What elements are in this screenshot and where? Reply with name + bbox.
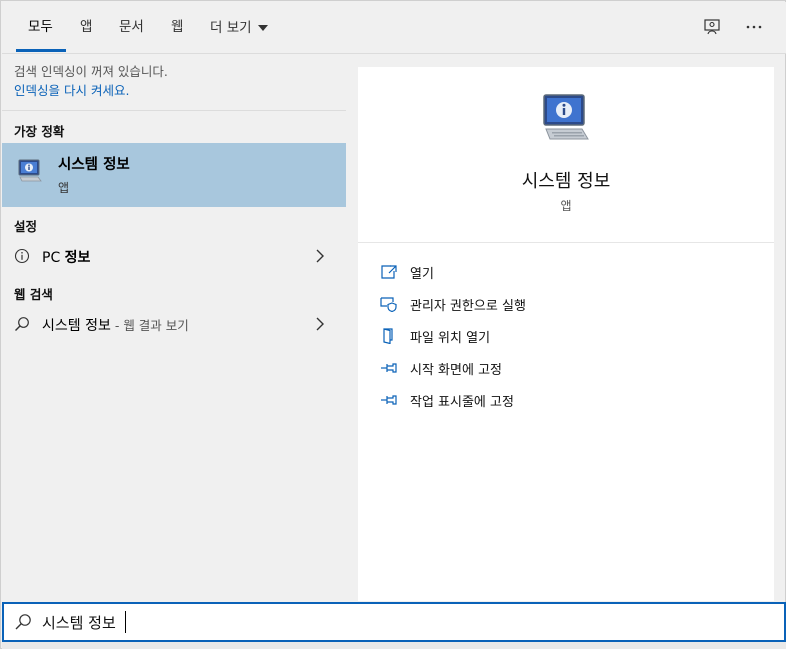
tab-bar: 모두 앱 문서 웹 더 보기: [2, 2, 786, 54]
app-details-type: 앱: [560, 199, 572, 213]
pc-info-bold: 정보: [64, 250, 91, 266]
web-search-label: 시스템 정보 - 웹 결과 보기: [42, 315, 189, 335]
active-tab-indicator: [16, 49, 66, 52]
indexing-notice: 검색 인덱싱이 꺼져 있습니다. 인덱싱을 다시 켜세요.: [2, 55, 346, 111]
best-match-item[interactable]: 시스템 정보 앱: [2, 143, 346, 207]
app-details-header: 시스템 정보 앱: [358, 67, 774, 243]
web-search-query: 시스템 정보: [42, 318, 111, 334]
web-search-suffix: - 웹 결과 보기: [110, 318, 189, 333]
enable-indexing-link[interactable]: 인덱싱을 다시 켜세요.: [14, 81, 334, 101]
tab-apps[interactable]: 앱: [80, 2, 92, 53]
web-search-item[interactable]: 시스템 정보 - 웹 결과 보기: [2, 309, 346, 339]
pin-icon: [381, 363, 397, 373]
action-open[interactable]: 열기: [378, 260, 758, 284]
search-icon: [15, 317, 29, 331]
search-window: 모두 앱 문서 웹 더 보기 검색 인덱싱이 꺼져 있습니다. 인덱싱을 다시 …: [0, 0, 786, 649]
web-search-heading: 웹 검색: [14, 287, 53, 302]
action-run-as-admin[interactable]: 관리자 권한으로 실행: [378, 292, 758, 316]
more-options-icon[interactable]: [743, 16, 765, 38]
tab-all[interactable]: 모두: [28, 2, 53, 53]
action-open-label: 열기: [410, 267, 434, 282]
tab-documents[interactable]: 문서: [119, 2, 144, 53]
search-icon: [15, 614, 31, 630]
action-open-file-location[interactable]: 파일 위치 열기: [378, 324, 758, 348]
chevron-right-icon: [316, 249, 324, 263]
action-open-file-location-label: 파일 위치 열기: [410, 331, 491, 346]
details-pane: 시스템 정보 앱 열기 관리자 권한으로 실행 파일 위치 열기 시작 화면에 …: [358, 67, 774, 601]
action-pin-to-taskbar[interactable]: 작업 표시줄에 고정: [378, 388, 758, 412]
file-location-icon: [383, 328, 393, 344]
indexing-notice-text: 검색 인덱싱이 꺼져 있습니다.: [14, 64, 168, 79]
tab-more-label: 더 보기: [210, 19, 252, 36]
bottom-strip: [2, 642, 786, 649]
results-pane: 검색 인덱싱이 꺼져 있습니다. 인덱싱을 다시 켜세요. 가장 정확 시스템 …: [2, 55, 346, 601]
best-match-heading: 가장 정확: [14, 124, 65, 139]
app-details-title: 시스템 정보: [521, 171, 611, 192]
tab-more[interactable]: 더 보기: [210, 2, 268, 53]
pin-icon: [381, 395, 397, 405]
search-input[interactable]: [42, 610, 742, 634]
chevron-down-icon: [257, 24, 268, 31]
tab-web[interactable]: 웹: [171, 2, 183, 53]
best-match-title: 시스템 정보: [58, 157, 130, 173]
search-box: [2, 602, 786, 642]
admin-shield-icon: [380, 297, 397, 312]
chevron-right-icon: [316, 317, 324, 331]
pc-info-setting-item[interactable]: PC 정보: [2, 241, 346, 271]
feedback-icon[interactable]: [701, 16, 723, 38]
action-pin-to-start-label: 시작 화면에 고정: [410, 363, 502, 378]
text-cursor: [125, 611, 126, 633]
pc-info-label: PC 정보: [42, 247, 90, 267]
action-pin-to-taskbar-label: 작업 표시줄에 고정: [410, 395, 514, 410]
action-pin-to-start[interactable]: 시작 화면에 고정: [378, 356, 758, 380]
system-info-app-icon: [18, 159, 42, 182]
action-run-as-admin-label: 관리자 권한으로 실행: [410, 299, 526, 314]
best-match-subtitle: 앱: [58, 181, 70, 195]
info-icon: [14, 248, 30, 264]
pc-info-prefix: PC: [42, 250, 61, 266]
settings-heading: 설정: [14, 219, 38, 234]
system-info-app-icon: [543, 94, 589, 140]
open-icon: [381, 265, 397, 279]
